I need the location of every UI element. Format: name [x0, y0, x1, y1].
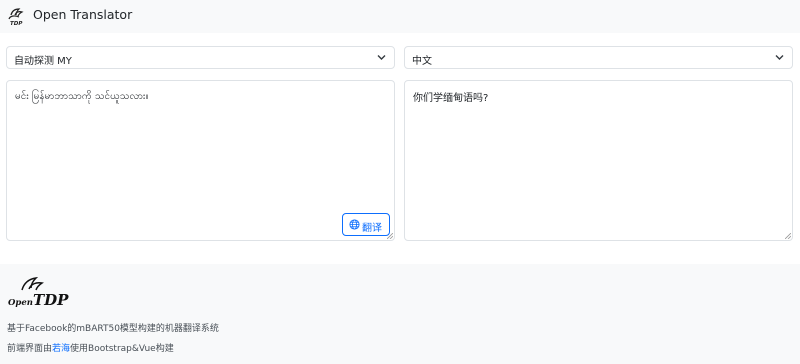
source-language-value: 自动探测 MY [14, 56, 72, 67]
footer-credits: 前端界面由若海使用Bootstrap&Vue构建 [7, 341, 174, 354]
opentdp-logo: OpenTDP [8, 274, 72, 310]
source-language-select[interactable]: 自动探测 MY [6, 46, 395, 69]
target-text: 你们学缅甸语吗? [413, 93, 489, 104]
globe-icon [349, 219, 360, 230]
target-language-select[interactable]: 中文 [404, 46, 793, 69]
footer-credits-suffix: 使用Bootstrap&Vue构建 [70, 344, 174, 354]
translate-button-label: 翻译 [362, 223, 382, 234]
footer-description: 基于Facebook的mBART50模型构建的机器翻译系统 [7, 324, 219, 334]
footer-logo-text: OpenTDP [8, 290, 68, 309]
chevron-down-icon [775, 55, 784, 60]
source-text-area[interactable]: မင်း မြန်မာဘာသာကို သင်ယူသလား။ [6, 80, 395, 241]
target-language-value: 中文 [412, 56, 432, 67]
tdp-bird-logo-icon[interactable]: TDP [6, 6, 26, 26]
footer-logo-open: Open [8, 298, 33, 308]
footer-credits-prefix: 前端界面由 [7, 344, 53, 354]
author-link[interactable]: 若海 [52, 344, 70, 354]
app-title[interactable]: Open Translator [33, 7, 132, 22]
translate-button[interactable]: 翻译 [342, 213, 390, 236]
footer: OpenTDP 基于Facebook的mBART50模型构建的机器翻译系统 前端… [0, 264, 800, 364]
footer-logo-tdp: TDP [32, 291, 69, 309]
svg-text:TDP: TDP [10, 21, 22, 26]
target-text-area[interactable]: 你们学缅甸语吗? [404, 80, 793, 241]
chevron-down-icon [377, 55, 386, 60]
source-text: မင်း မြန်မာဘာသာကို သင်ယူသလား။ [15, 91, 149, 102]
resize-handle-icon[interactable] [785, 233, 791, 239]
navbar: TDP Open Translator [0, 0, 800, 33]
